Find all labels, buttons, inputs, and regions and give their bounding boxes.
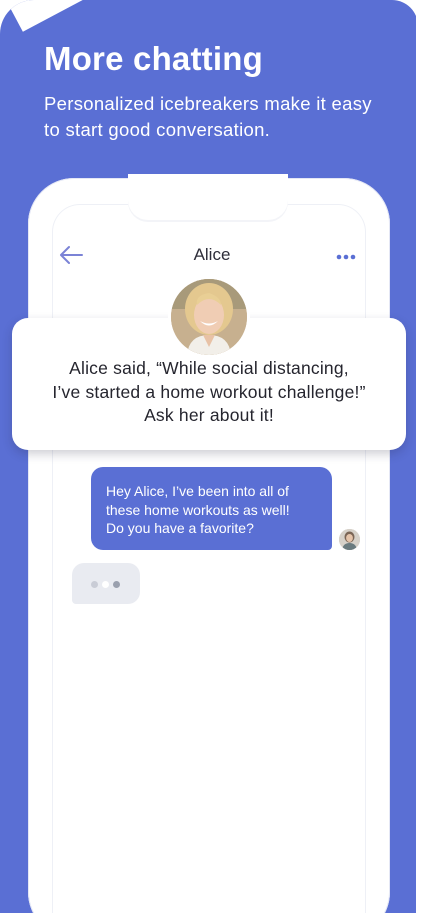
message-line: Hey Alice, I’ve been into all of [106, 483, 289, 499]
corner-accent [0, 0, 94, 32]
app-store-screenshot: More chatting Personalized icebreakers m… [0, 0, 424, 913]
message-line: these home workouts as well! [106, 501, 290, 518]
icebreaker-line: Ask her about it! [144, 405, 274, 425]
page-subtitle: Personalized icebreakers make it easy to… [44, 93, 372, 140]
typing-dots-icon [91, 581, 98, 588]
icebreaker-line: Alice said, “While social distancing, [69, 358, 349, 378]
edge-strip [416, 0, 424, 913]
more-horizontal-icon[interactable] [336, 254, 356, 260]
message-line: Do you have a favorite? [106, 520, 254, 537]
icebreaker-text: Alice said, “While social distancing, I’… [0, 357, 418, 428]
phone-notch [128, 174, 288, 220]
icebreaker-line: I’ve started a home workout challenge!” [52, 381, 366, 402]
chat-contact-name: Alice [193, 245, 231, 264]
sender-avatar [339, 529, 360, 550]
typing-dot [113, 581, 120, 588]
contact-avatar[interactable] [171, 279, 247, 355]
typing-dot [102, 581, 109, 588]
page-title: More chatting [44, 40, 263, 77]
outgoing-message-text: Hey Alice, I’ve been into all of these h… [106, 482, 336, 538]
